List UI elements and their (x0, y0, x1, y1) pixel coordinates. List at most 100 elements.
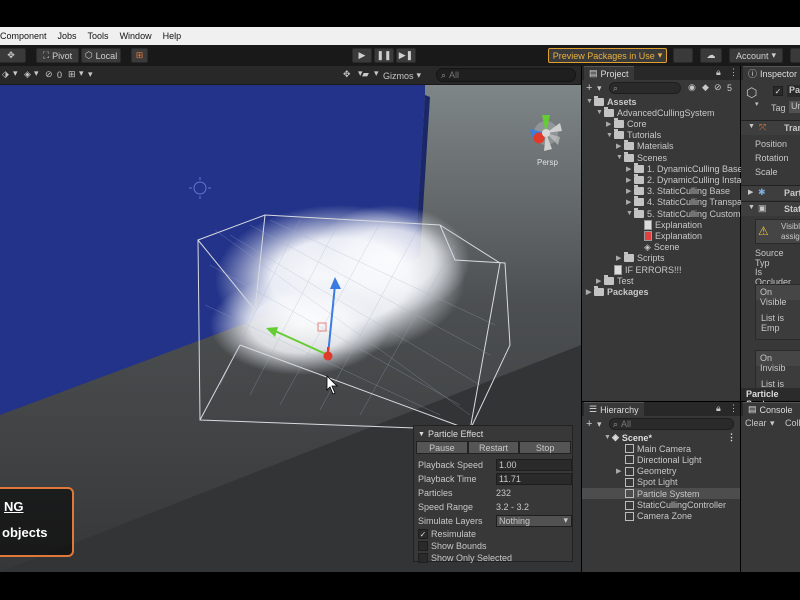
hierarchy-item[interactable]: Directional Light (582, 454, 740, 465)
project-tree-item[interactable]: ▶ 2. DynamicCulling Insta (626, 173, 742, 185)
project-tree-item[interactable]: ▶ Packages (586, 285, 649, 297)
step-button[interactable]: ▶❚ (396, 48, 416, 63)
camera-icon[interactable]: ▰ (362, 69, 369, 80)
camera-dropdown[interactable]: ▾ (374, 68, 379, 79)
chevron-right-icon[interactable]: ▶ (616, 142, 624, 150)
fx-icon[interactable]: ◈ (24, 69, 31, 80)
scene-root[interactable]: ▼ ◈ Scene* ⋮ (604, 432, 740, 443)
chevron-right-icon[interactable]: ▶ (626, 176, 634, 184)
menu-icon[interactable]: ⋮ (729, 403, 738, 414)
active-checkbox[interactable]: ✓ (773, 86, 783, 96)
show-bounds-checkbox[interactable] (418, 540, 428, 551)
project-tree-item[interactable]: ▶ Test (596, 274, 634, 286)
chevron-down-icon[interactable]: ▾ (755, 100, 759, 108)
chevron-down-icon[interactable]: ▼ (616, 154, 624, 161)
chevron-right-icon[interactable]: ▶ (626, 187, 634, 195)
playback-time-field[interactable]: 11.71 (496, 472, 572, 485)
chevron-right-icon[interactable]: ▶ (606, 120, 614, 128)
hidden-packages-icon[interactable]: ⊘ (714, 82, 722, 93)
preview-packages-button[interactable]: Preview Packages in Use ▾ (548, 48, 667, 63)
shading-icon[interactable]: ⬗ (2, 69, 9, 80)
create-button[interactable]: + (586, 418, 592, 430)
show-only-selected-row[interactable]: Show Only Selected (418, 551, 572, 564)
project-tree-item[interactable]: ▶ 4. StaticCulling Transpa (626, 196, 742, 208)
lock-icon[interactable]: 🔒︎ (716, 67, 721, 78)
project-tree-item[interactable]: ▼ Scenes (616, 151, 667, 163)
chevron-right-icon[interactable]: ▶ (616, 254, 624, 262)
hierarchy-item[interactable]: ▶ Geometry (582, 466, 740, 477)
project-tree-item[interactable]: ▶ Core (606, 117, 647, 129)
project-tree-item[interactable]: ▼ 5. StaticCulling Custom (626, 207, 741, 219)
project-tree-item[interactable]: ▶ Scripts (616, 252, 665, 264)
shading-dropdown[interactable]: ▾ (13, 68, 18, 79)
tab-hierarchy[interactable]: ☰ Hierarchy (584, 402, 644, 416)
filter-type-icon[interactable]: ◉ (688, 82, 696, 93)
project-tree-item[interactable]: ▼ AdvancedCullingSystem (596, 106, 715, 118)
create-button[interactable]: + (586, 82, 592, 94)
grid-snap-button[interactable]: ⊞ (131, 48, 148, 63)
project-tree-item[interactable]: ▼ Tutorials (606, 129, 661, 141)
pause-button[interactable]: ❚❚ (374, 48, 394, 63)
chevron-down-icon[interactable]: ▾ (770, 418, 775, 429)
stop-button[interactable]: Stop (519, 441, 572, 454)
menu-icon[interactable]: ⋮ (727, 432, 736, 443)
show-only-selected-checkbox[interactable] (418, 552, 428, 563)
transform-header[interactable]: ▼ ⤧ Tran (741, 120, 800, 135)
grid-icon[interactable]: ⊞ (68, 69, 76, 80)
hidden-objects-icon[interactable]: ⊘ (45, 69, 53, 80)
gameobject-name-field[interactable]: Pa (787, 85, 800, 97)
clear-button[interactable]: Clear (745, 418, 767, 428)
project-tree-item[interactable]: ▼ Assets (586, 95, 637, 107)
scene-search-input[interactable]: ⌕ All (436, 68, 576, 82)
particle-system-header[interactable]: ▶ ✱ Parti (741, 185, 800, 200)
project-tree-item[interactable]: Explanation (636, 230, 702, 241)
project-tree-item[interactable]: ▶ Materials (616, 140, 674, 152)
menu-tools[interactable]: Tools (88, 31, 109, 41)
project-tree-item[interactable]: IF ERRORS!!! (606, 264, 682, 275)
menu-help[interactable]: Help (163, 31, 182, 41)
transform-tool-button[interactable]: ✥ (0, 48, 26, 63)
particle-effect-header[interactable]: ▼ Particle Effect (418, 428, 483, 440)
collab-button[interactable] (673, 48, 693, 63)
persp-label[interactable]: Persp (537, 158, 558, 167)
project-tree-item[interactable]: ◈ Scene (636, 242, 679, 253)
fx-dropdown[interactable]: ▾ (34, 68, 39, 79)
menu-jobs[interactable]: Jobs (58, 31, 77, 41)
chevron-down-icon[interactable]: ▼ (626, 210, 634, 217)
chevron-down-icon[interactable]: ▼ (606, 132, 614, 139)
menu-window[interactable]: Window (120, 31, 152, 41)
restart-button[interactable]: Restart (467, 441, 520, 454)
layers-dropdown[interactable] (790, 48, 800, 63)
hierarchy-item[interactable]: Particle System (582, 488, 740, 500)
collapse-button[interactable]: Coll (785, 418, 800, 428)
project-search-input[interactable]: ⌕ (609, 82, 681, 94)
pause-button[interactable]: Pause (416, 441, 468, 454)
local-toggle[interactable]: ⬡ Local (81, 48, 121, 63)
chevron-right-icon[interactable]: ▶ (616, 467, 624, 475)
account-dropdown[interactable]: Account ▾ (729, 48, 783, 63)
chevron-right-icon[interactable]: ▶ (626, 165, 634, 173)
tag-dropdown[interactable]: Ur (789, 101, 800, 113)
simulate-layers-dropdown[interactable]: Nothing ▾ (496, 514, 572, 527)
project-tree-item[interactable]: Explanation (636, 219, 702, 230)
more-icon[interactable]: ▾ (88, 69, 93, 80)
playback-speed-field[interactable]: 1.00 (496, 458, 572, 471)
hierarchy-item[interactable]: Spot Light (582, 477, 740, 488)
tab-project[interactable]: ▤ Project (584, 66, 634, 80)
chevron-right-icon[interactable]: ▶ (586, 288, 594, 296)
grid-dropdown[interactable]: ▾ (79, 68, 84, 79)
tab-inspector[interactable]: ⓘ Inspector (743, 66, 800, 80)
resimulate-checkbox[interactable]: ✓ (418, 528, 428, 539)
hierarchy-item[interactable]: StaticCullingController (582, 500, 740, 511)
menu-icon[interactable]: ⋮ (729, 67, 738, 78)
project-tree-item[interactable]: ▶ 3. StaticCulling Base (626, 185, 730, 197)
filter-label-icon[interactable]: ◆ (702, 82, 709, 93)
gizmos-dropdown[interactable]: Gizmos ▾ (383, 69, 431, 82)
chevron-down-icon[interactable]: ▼ (596, 109, 604, 116)
tools-icon[interactable]: ✥ (343, 69, 351, 80)
menu-component[interactable]: Component (0, 31, 47, 41)
cloud-button[interactable]: ☁ (700, 48, 722, 63)
hierarchy-item[interactable]: Main Camera (582, 443, 740, 454)
pivot-toggle[interactable]: ⛶ Pivot (36, 48, 79, 63)
hierarchy-search-input[interactable]: ⌕ All (609, 418, 734, 430)
